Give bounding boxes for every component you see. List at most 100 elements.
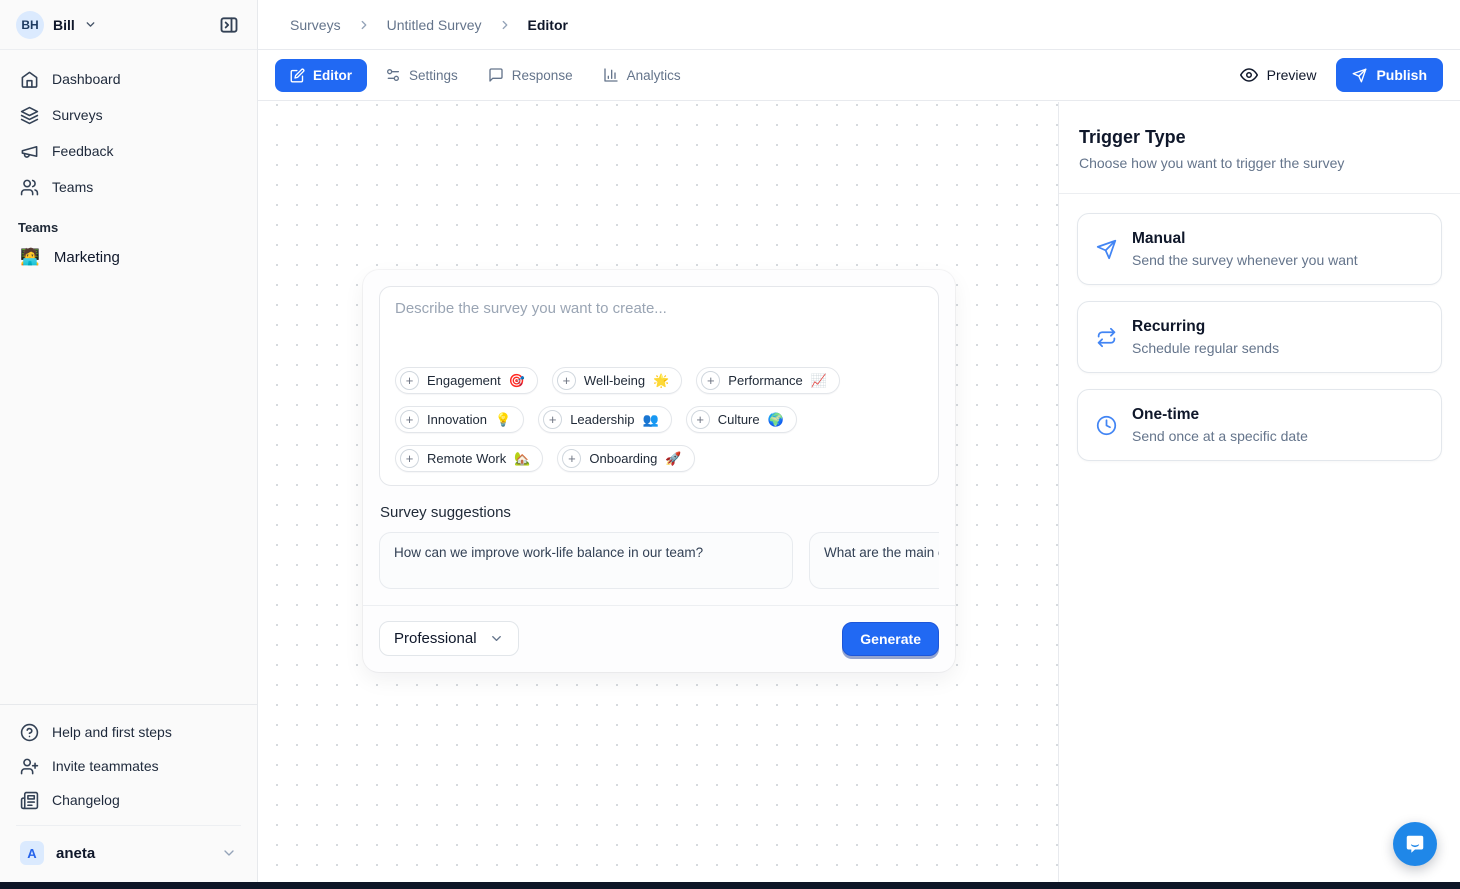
send-icon	[1096, 239, 1117, 260]
trigger-option-recurring[interactable]: Recurring Schedule regular sends	[1077, 301, 1442, 373]
sidebar-item-label: Surveys	[52, 107, 103, 123]
breadcrumb-surveys[interactable]: Surveys	[290, 17, 341, 33]
plus-icon: +	[562, 449, 581, 468]
plus-icon: +	[400, 371, 419, 390]
bottom-strip	[0, 882, 1460, 889]
busts-emoji-icon: 👥	[643, 412, 659, 428]
trigger-option-text: One-time Send once at a specific date	[1132, 406, 1308, 444]
technologist-emoji-icon: 🧑‍💻	[20, 247, 40, 267]
tone-select[interactable]: Professional	[379, 621, 519, 656]
sidebar-item-label: Feedback	[52, 143, 113, 159]
generate-button[interactable]: Generate	[842, 622, 939, 656]
suggestions-title: Survey suggestions	[380, 504, 938, 521]
tab-label: Settings	[409, 68, 458, 83]
publish-button[interactable]: Publish	[1336, 58, 1443, 92]
user-name: aneta	[56, 845, 95, 862]
sidebar-item-feedback[interactable]: Feedback	[12, 134, 245, 168]
collapse-sidebar-button[interactable]	[213, 9, 245, 41]
trigger-option-description: Send once at a specific date	[1132, 428, 1308, 444]
tab-label: Analytics	[627, 68, 681, 83]
sidebar-item-teams[interactable]: Teams	[12, 170, 245, 204]
trigger-options: Manual Send the survey whenever you want…	[1059, 194, 1460, 480]
star-emoji-icon: 🌟	[653, 373, 669, 389]
sliders-icon	[385, 67, 401, 83]
edit-icon	[290, 68, 305, 83]
plus-icon: +	[701, 371, 720, 390]
editor-tabs: Editor Settings Response	[275, 59, 693, 92]
trigger-option-description: Send the survey whenever you want	[1132, 252, 1358, 268]
sidebar-item-team-marketing[interactable]: 🧑‍💻 Marketing	[12, 241, 245, 273]
bar-chart-icon	[603, 67, 619, 83]
trigger-option-text: Recurring Schedule regular sends	[1132, 318, 1279, 356]
chip-performance[interactable]: + Performance 📈	[696, 367, 840, 394]
chip-innovation[interactable]: + Innovation 💡	[395, 406, 524, 433]
toolbar-actions: Preview Publish	[1240, 58, 1443, 92]
survey-composer-card: + Engagement 🎯 + Well-being 🌟 +	[363, 270, 955, 672]
sidebar-item-help[interactable]: Help and first steps	[12, 715, 245, 749]
users-icon	[20, 178, 39, 197]
chat-bubble-icon	[1404, 833, 1426, 855]
chat-launcher-button[interactable]	[1393, 822, 1437, 866]
house-emoji-icon: 🏡	[514, 451, 530, 467]
chip-culture[interactable]: + Culture 🌍	[686, 406, 797, 433]
suggestion-card[interactable]: How can we improve work-life balance in …	[379, 532, 793, 589]
chevron-right-icon	[498, 18, 512, 32]
plus-icon: +	[557, 371, 576, 390]
tab-analytics[interactable]: Analytics	[591, 59, 693, 91]
user-menu[interactable]: A aneta	[12, 834, 245, 872]
sidebar-item-invite[interactable]: Invite teammates	[12, 749, 245, 783]
sidebar-footer: Help and first steps Invite teammates Ch…	[0, 704, 257, 882]
chip-remote-work[interactable]: + Remote Work 🏡	[395, 445, 543, 472]
suggestions-row: How can we improve work-life balance in …	[379, 532, 939, 589]
globe-emoji-icon: 🌍	[768, 412, 784, 428]
message-icon	[488, 67, 504, 83]
sidebar-nav: Dashboard Surveys Feedback Teams	[0, 50, 257, 204]
newspaper-icon	[20, 791, 39, 810]
trigger-option-one-time[interactable]: One-time Send once at a specific date	[1077, 389, 1442, 461]
tab-label: Editor	[313, 68, 352, 83]
breadcrumb-survey-name[interactable]: Untitled Survey	[387, 17, 482, 33]
chevron-down-icon	[84, 18, 97, 31]
chevron-right-icon	[357, 18, 371, 32]
dart-emoji-icon: 🎯	[509, 373, 525, 389]
sidebar-item-label: Help and first steps	[52, 724, 172, 740]
trigger-option-manual[interactable]: Manual Send the survey whenever you want	[1077, 213, 1442, 285]
preview-label: Preview	[1267, 67, 1317, 83]
tab-label: Response	[512, 68, 573, 83]
workspace-switcher[interactable]: BH Bill	[16, 11, 97, 39]
chip-well-being[interactable]: + Well-being 🌟	[552, 367, 682, 394]
sidebar-item-dashboard[interactable]: Dashboard	[12, 62, 245, 96]
panel-collapse-icon	[219, 15, 239, 35]
trigger-option-title: Recurring	[1132, 318, 1279, 336]
chip-engagement[interactable]: + Engagement 🎯	[395, 367, 538, 394]
suggestion-card[interactable]: What are the main ob	[809, 532, 939, 589]
chip-onboarding[interactable]: + Onboarding 🚀	[557, 445, 694, 472]
chevron-down-icon	[221, 845, 237, 861]
sidebar-header: BH Bill	[0, 0, 257, 50]
chip-leadership[interactable]: + Leadership 👥	[538, 406, 672, 433]
prompt-input-box: + Engagement 🎯 + Well-being 🌟 +	[379, 286, 939, 486]
workarea: + Engagement 🎯 + Well-being 🌟 +	[258, 102, 1460, 889]
main-content: Surveys Untitled Survey Editor Editor	[258, 0, 1460, 889]
panel-subtitle: Choose how you want to trigger the surve…	[1079, 155, 1440, 171]
plus-icon: +	[691, 410, 710, 429]
sidebar: BH Bill Dashboard	[0, 0, 258, 882]
preview-button[interactable]: Preview	[1240, 66, 1317, 84]
home-icon	[20, 70, 39, 89]
tab-settings[interactable]: Settings	[373, 59, 470, 91]
chip-label: Innovation	[427, 412, 487, 427]
editor-toolbar: Editor Settings Response	[258, 50, 1460, 101]
trigger-type-panel: Trigger Type Choose how you want to trig…	[1058, 102, 1460, 889]
trigger-option-title: One-time	[1132, 406, 1308, 424]
plus-icon: +	[400, 449, 419, 468]
tab-response[interactable]: Response	[476, 59, 585, 91]
breadcrumb-editor: Editor	[528, 17, 568, 33]
tab-editor[interactable]: Editor	[275, 59, 367, 92]
survey-description-input[interactable]	[395, 300, 923, 367]
editor-canvas[interactable]: + Engagement 🎯 + Well-being 🌟 +	[258, 102, 1058, 889]
sidebar-item-surveys[interactable]: Surveys	[12, 98, 245, 132]
topic-chips: + Engagement 🎯 + Well-being 🌟 +	[395, 367, 923, 472]
breadcrumb: Surveys Untitled Survey Editor	[290, 17, 568, 33]
sidebar-item-changelog[interactable]: Changelog	[12, 783, 245, 817]
panel-title: Trigger Type	[1079, 127, 1440, 148]
